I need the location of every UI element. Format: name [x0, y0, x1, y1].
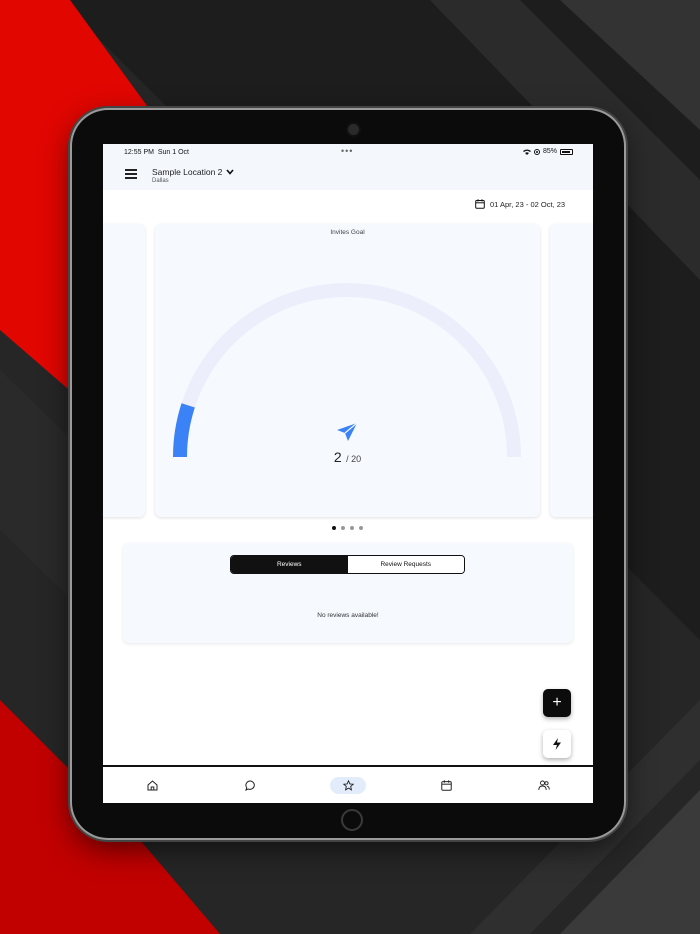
reviews-panel: Reviews Review Requests No reviews avail…: [123, 543, 573, 643]
location-selector[interactable]: Sample Location 2: [152, 167, 235, 177]
nav-reviews[interactable]: [299, 767, 397, 803]
nav-contacts[interactable]: [495, 767, 593, 803]
plus-icon: +: [552, 694, 562, 711]
add-button[interactable]: +: [543, 689, 571, 717]
date-range-label: 01 Apr, 23 - 02 Oct, 23: [490, 199, 566, 209]
nav-home[interactable]: [103, 767, 201, 803]
quick-action-button[interactable]: [543, 730, 571, 758]
lightning-icon: [553, 738, 561, 750]
chat-bubble-icon: [244, 779, 255, 791]
battery-percent: 85%: [542, 148, 557, 155]
app-screen: 12:55 PM Sun 1 Oct ••• 85% Sample Locati…: [103, 144, 593, 803]
star-icon: [342, 779, 354, 791]
calendar-icon: [440, 779, 452, 791]
date-range-picker[interactable]: 01 Apr, 23 - 02 Oct, 23: [475, 199, 565, 209]
tab-review-requests[interactable]: Review Requests: [347, 556, 464, 573]
location-city: Dallas: [152, 178, 169, 184]
location-icon: [533, 148, 540, 155]
camera: [348, 124, 359, 135]
goal-current: 2: [333, 449, 342, 465]
send-icon: [337, 422, 358, 441]
bottom-navigation: [103, 765, 593, 803]
invites-goal-card[interactable]: Invites Goal 2 / 20: [155, 224, 540, 517]
hamburger-menu-icon[interactable]: [125, 169, 137, 179]
battery-icon: [560, 148, 573, 155]
nav-messages[interactable]: [201, 767, 299, 803]
pager-dot[interactable]: [359, 526, 363, 530]
calendar-icon: [475, 199, 485, 209]
tab-reviews[interactable]: Reviews: [231, 556, 348, 573]
nav-calendar[interactable]: [397, 767, 495, 803]
pager-dot[interactable]: [341, 526, 345, 530]
location-name: Sample Location 2: [152, 167, 223, 177]
pager-dot[interactable]: [350, 526, 354, 530]
pager-dot[interactable]: [332, 526, 336, 530]
nav-active-indicator: [330, 776, 366, 794]
carousel-pager: [332, 526, 363, 530]
chevron-down-icon: [226, 169, 235, 175]
status-bar: 12:55 PM Sun 1 Oct ••• 85%: [103, 144, 593, 160]
wifi-icon: [522, 149, 531, 155]
goal-target: / 20: [346, 454, 362, 464]
card-title: Invites Goal: [330, 229, 365, 236]
carousel-card-previous[interactable]: [103, 224, 145, 517]
home-icon: [147, 779, 157, 790]
empty-state-message: No reviews available!: [317, 612, 379, 619]
app-header: Sample Location 2 Dallas: [103, 160, 593, 190]
people-icon: [538, 780, 550, 790]
goal-count: 2 / 20: [155, 449, 540, 467]
multitasking-dots[interactable]: •••: [341, 146, 353, 156]
status-indicators: 85%: [522, 148, 573, 155]
reviews-tab-switcher: Reviews Review Requests: [230, 555, 465, 574]
status-time: 12:55 PM Sun 1 Oct: [124, 149, 189, 156]
carousel-card-next[interactable]: [550, 224, 593, 517]
home-hardware-button[interactable]: [341, 809, 363, 831]
